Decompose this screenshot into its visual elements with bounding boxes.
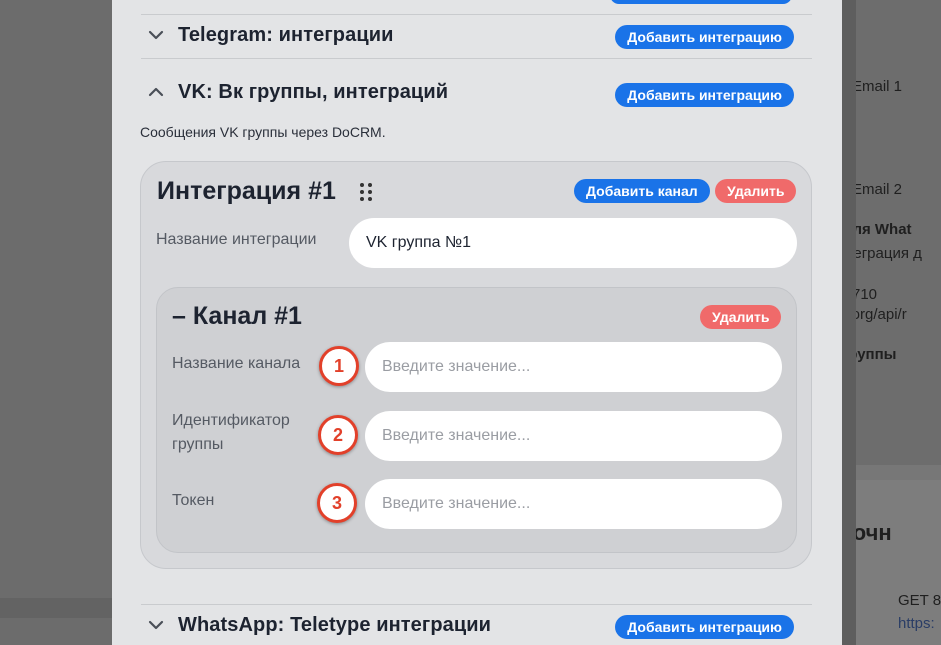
callout-badge-1: 1 [319,346,359,386]
section-telegram-header[interactable]: Telegram: интеграции Добавить интеграцию [141,15,812,55]
channel-title: – Канал #1 [172,302,302,330]
backdrop-text: GET 8 [898,592,941,609]
chevron-up-icon[interactable] [145,81,167,103]
section-title: VK: Вк группы, интеграций [178,80,449,103]
token-label: Токен [172,492,215,509]
backdrop-text: Email 1 [852,78,903,95]
backdrop-left [0,0,112,645]
section-description: Сообщения VK группы через DoCRM. [140,124,386,140]
add-integration-button[interactable]: Добавить интеграцию [615,25,794,49]
delete-channel-button[interactable]: Удалить [700,305,782,329]
integration-card: Интеграция #1 Добавить канал Удалить Наз… [140,161,812,569]
channel-card: – Канал #1 Удалить Название канала Введи… [156,287,797,553]
modal-shadow [842,0,856,645]
add-integration-button[interactable]: Добавить интеграцию [615,83,794,107]
chevron-down-icon[interactable] [145,24,167,46]
divider [141,58,812,59]
integrations-modal: Telegram: интеграции Добавить интеграцию… [112,0,842,645]
delete-integration-button[interactable]: Удалить [715,179,797,203]
prev-add-integration-button[interactable] [610,0,792,4]
token-input[interactable]: Введите значение... [365,479,782,529]
callout-badge-2: 2 [318,415,358,455]
callout-badge-3: 3 [317,483,357,523]
backdrop-text: Email 2 [852,181,903,198]
drag-handle-icon[interactable] [359,182,373,202]
add-channel-button[interactable]: Добавить канал [574,179,710,203]
channel-name-input[interactable]: Введите значение... [365,342,782,392]
backdrop-left-strip [0,598,112,618]
integration-title: Интеграция #1 [157,177,336,205]
add-integration-button[interactable]: Добавить интеграцию [615,615,794,639]
chevron-down-icon[interactable] [145,614,167,636]
integration-name-input[interactable]: VK группа №1 [349,218,797,268]
section-vk-header[interactable]: VK: Вк группы, интеграций Добавить интег… [141,72,812,112]
channel-name-label: Название канала [172,355,301,372]
backdrop-right: Email 1 Email 2 я для What интеграция д … [830,0,941,645]
section-title: WhatsApp: Teletype интеграции [178,613,492,636]
backdrop-link: https: [898,615,935,632]
section-whatsapp-header[interactable]: WhatsApp: Teletype интеграции Добавить и… [141,605,812,645]
group-id-input[interactable]: Введите значение... [365,411,782,461]
integration-name-label: Название интеграции [156,231,317,248]
group-id-label: Идентификатор группы [172,412,290,453]
section-title: Telegram: интеграции [178,23,394,46]
